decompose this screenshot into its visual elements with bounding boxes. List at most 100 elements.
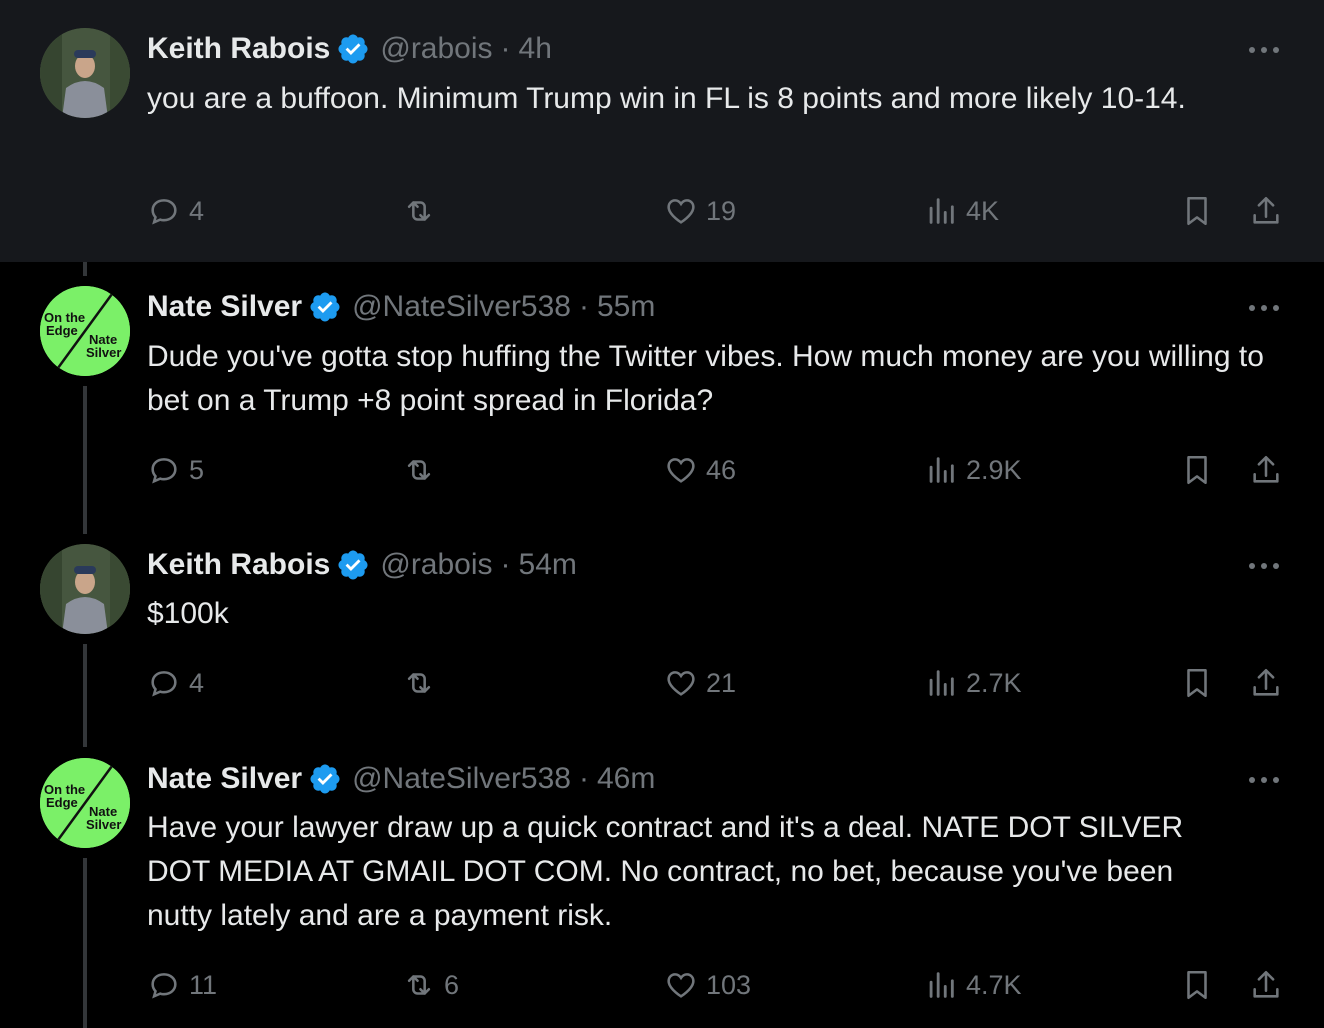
- like-count: 21: [706, 667, 737, 698]
- retweet-button[interactable]: 6: [402, 968, 459, 1002]
- avatar[interactable]: [40, 28, 130, 118]
- verified-badge-icon: [310, 764, 340, 794]
- author-name[interactable]: Keith Rabois: [147, 548, 330, 582]
- tweet-text: you are a buffoon. Minimum Trump win in …: [147, 82, 1186, 115]
- tweet-header: Keith Rabois @rabois · 4h: [147, 32, 552, 66]
- book-author-line: Silver: [86, 345, 121, 360]
- bookmark-button[interactable]: [1180, 453, 1214, 487]
- more-options-icon[interactable]: [1246, 774, 1282, 786]
- reply-button[interactable]: 5: [147, 453, 204, 487]
- like-button[interactable]: 19: [664, 194, 736, 228]
- reply-icon: [151, 671, 177, 697]
- retweet-button[interactable]: [402, 194, 444, 228]
- reply-count: 4: [189, 195, 205, 226]
- like-button[interactable]: 103: [664, 968, 751, 1002]
- bookmark-button[interactable]: [1180, 968, 1214, 1002]
- book-cover-icon: On the Edge Nate Silver: [40, 286, 130, 376]
- views-icon: [929, 670, 954, 696]
- verified-badge-icon: [310, 292, 340, 322]
- heart-icon: [667, 458, 695, 483]
- retweet-button[interactable]: [402, 453, 444, 487]
- reply-icon: [151, 973, 177, 999]
- reply-icon: [151, 458, 177, 484]
- timestamp[interactable]: 54m: [519, 548, 577, 582]
- tweet[interactable]: Keith Rabois @rabois · 4h you are a buff…: [0, 0, 1324, 262]
- views-button[interactable]: 4K: [924, 194, 999, 228]
- timestamp[interactable]: 46m: [597, 762, 655, 796]
- tweet-header: Nate Silver @NateSilver538 · 46m: [147, 762, 655, 796]
- bookmark-button[interactable]: [1180, 666, 1214, 700]
- retweet-icon: [407, 460, 431, 480]
- tweet-text: $100k: [147, 597, 229, 630]
- share-icon: [1253, 455, 1279, 483]
- tweet-actions: 4 19 4K: [0, 194, 1324, 234]
- reply-count: 4: [189, 667, 205, 698]
- avatar[interactable]: On the Edge Nate Silver: [40, 758, 130, 848]
- retweet-count: 6: [444, 969, 460, 1000]
- views-button[interactable]: 4.7K: [924, 968, 1022, 1002]
- like-count: 103: [706, 969, 752, 1000]
- timestamp[interactable]: 4h: [519, 32, 552, 66]
- separator-dot: ·: [579, 290, 589, 323]
- more-options-icon[interactable]: [1246, 302, 1282, 314]
- person-photo-icon: [40, 544, 130, 634]
- bookmark-icon: [1187, 970, 1207, 1000]
- author-name[interactable]: Nate Silver: [147, 762, 302, 796]
- like-count: 19: [706, 195, 737, 226]
- timestamp[interactable]: 55m: [597, 290, 655, 324]
- share-icon: [1253, 668, 1279, 696]
- author-handle[interactable]: @rabois: [380, 548, 492, 582]
- author-handle[interactable]: @NateSilver538: [352, 290, 571, 324]
- avatar[interactable]: On the Edge Nate Silver: [40, 286, 130, 376]
- like-button[interactable]: 46: [664, 453, 736, 487]
- retweet-icon: [407, 975, 431, 995]
- share-button[interactable]: [1249, 666, 1283, 700]
- book-cover-icon: On the Edge Nate Silver: [40, 758, 130, 848]
- share-button[interactable]: [1249, 453, 1283, 487]
- separator-dot: ·: [500, 32, 511, 65]
- tweet-text: Have your lawyer draw up a quick contrac…: [147, 811, 1184, 932]
- book-title-line: Edge: [46, 795, 78, 810]
- author-handle[interactable]: @rabois: [380, 32, 492, 66]
- author-name[interactable]: Keith Rabois: [147, 32, 330, 66]
- reply-button[interactable]: 4: [147, 666, 204, 700]
- views-count: 4.7K: [966, 969, 1022, 1000]
- author-name[interactable]: Nate Silver: [147, 290, 302, 324]
- bookmark-icon: [1187, 196, 1207, 226]
- reply-count: 5: [189, 454, 205, 485]
- views-button[interactable]: 2.9K: [924, 453, 1022, 487]
- like-button[interactable]: 21: [664, 666, 736, 700]
- book-title-line: Edge: [46, 323, 78, 338]
- book-author-line: Silver: [86, 817, 121, 832]
- reply-button[interactable]: 4: [147, 194, 204, 228]
- tweet-actions: 5 46 2.9K: [0, 453, 1324, 493]
- verified-badge-icon: [338, 34, 368, 64]
- tweet[interactable]: Keith Rabois @rabois · 54m $100k 4 21 2.…: [0, 524, 1324, 736]
- retweet-icon: [407, 201, 431, 221]
- heart-icon: [667, 671, 695, 696]
- tweet[interactable]: On the Edge Nate Silver Nate Silver @Nat…: [0, 736, 1324, 1028]
- author-handle[interactable]: @NateSilver538: [352, 762, 571, 796]
- tweet[interactable]: On the Edge Nate Silver Nate Silver @Nat…: [0, 262, 1324, 524]
- reply-icon: [151, 199, 177, 225]
- share-button[interactable]: [1249, 968, 1283, 1002]
- views-button[interactable]: 2.7K: [924, 666, 1022, 700]
- separator-dot: ·: [500, 548, 511, 581]
- reply-button[interactable]: 11: [147, 968, 217, 1002]
- bookmark-icon: [1187, 668, 1207, 698]
- share-button[interactable]: [1249, 194, 1283, 228]
- views-icon: [929, 198, 954, 224]
- bookmark-button[interactable]: [1180, 194, 1214, 228]
- tweet-header: Nate Silver @NateSilver538 · 55m: [147, 290, 655, 324]
- retweet-button[interactable]: [402, 666, 444, 700]
- like-count: 46: [706, 454, 737, 485]
- tweet-actions: 11 6 103 4.7K: [0, 968, 1324, 1008]
- heart-icon: [667, 973, 695, 998]
- heart-icon: [667, 199, 695, 224]
- avatar[interactable]: [40, 544, 130, 634]
- tweet-header: Keith Rabois @rabois · 54m: [147, 548, 577, 582]
- retweet-icon: [407, 673, 431, 693]
- more-options-icon[interactable]: [1246, 44, 1282, 56]
- more-options-icon[interactable]: [1246, 560, 1282, 572]
- bookmark-icon: [1187, 455, 1207, 485]
